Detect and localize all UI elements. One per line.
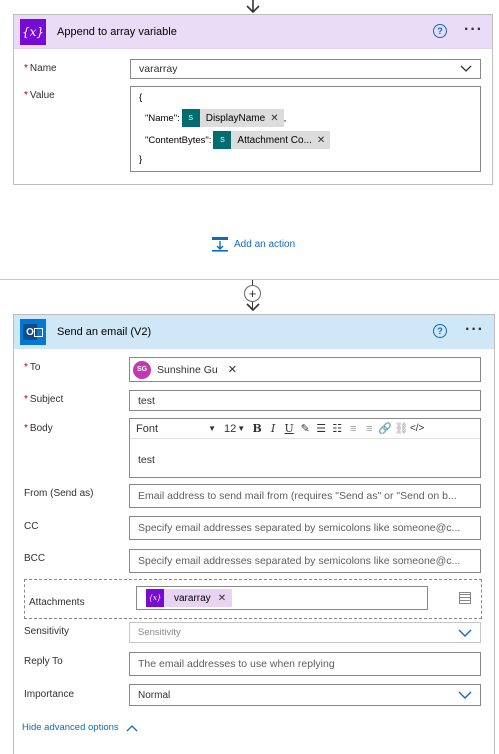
decrease-indent-icon[interactable]: ≡ [345, 421, 361, 437]
font-dropdown[interactable]: Font ▼ [136, 423, 216, 435]
from-label: From (Send as) [24, 488, 94, 499]
json-bytes-key: "ContentBytes": [145, 134, 212, 146]
email-card-title: Send an email (V2) [57, 326, 152, 338]
more-options-icon[interactable]: ··· [465, 321, 484, 339]
attachments-input[interactable]: {x} vararray ✕ [136, 586, 428, 610]
code-view-icon[interactable]: </> [409, 421, 425, 437]
email-card-header[interactable]: O Send an email (V2) ? ··· [14, 315, 494, 349]
recipient-name: Sunshine Gu [157, 363, 218, 376]
unlink-icon[interactable]: ⛓ [393, 421, 409, 437]
font-size-dropdown[interactable]: 12 ▼ [224, 423, 245, 435]
variable-icon: {x} [20, 19, 46, 45]
body-content: test [138, 454, 155, 466]
bcc-label: BCC [24, 553, 46, 564]
connector-arrow [246, 303, 260, 312]
bcc-input[interactable]: Specify email addresses separated by sem… [129, 549, 481, 573]
importance-label: Importance [24, 689, 75, 700]
hide-advanced-options-link[interactable]: Hide advanced options [22, 722, 138, 733]
name-label: * Name [24, 63, 57, 74]
value-editor[interactable]: { "Name": S DisplayName ✕ , "ContentByte… [130, 86, 481, 172]
help-icon[interactable]: ? [433, 24, 447, 38]
reply-to-label: Reply To [24, 656, 63, 667]
increase-indent-icon[interactable]: ≡ [361, 421, 377, 437]
rich-text-toolbar: Font ▼ 12 ▼ B I U ✎ ☰ ☷ ≡ ≡ 🔗 ⛓ </> [130, 419, 480, 439]
chevron-down-icon [460, 65, 472, 72]
remove-token-icon[interactable]: ✕ [270, 113, 278, 124]
vararray-token[interactable]: {x} vararray ✕ [146, 589, 233, 607]
send-email-card: O Send an email (V2) ? ··· * To SG Sunshi… [13, 314, 495, 754]
highlight-pen-icon[interactable]: ✎ [297, 421, 313, 437]
append-card-header[interactable]: {x} Append to array variable ? ··· [14, 15, 492, 49]
bullet-list-icon[interactable]: ☰ [313, 421, 329, 437]
add-action-icon [212, 237, 228, 252]
importance-dropdown[interactable]: Normal [129, 684, 481, 706]
variable-icon: {x} [146, 589, 164, 607]
chevron-down-icon [458, 691, 472, 699]
sharepoint-icon: S [181, 109, 200, 127]
attachments-group: Attachments {x} vararray ✕ [24, 579, 482, 619]
add-action-link[interactable]: Add an action [211, 235, 295, 253]
array-toggle-icon[interactable] [459, 592, 471, 604]
more-options-icon[interactable]: ··· [464, 21, 483, 39]
attachment-content-token[interactable]: S Attachment Co... ✕ [213, 131, 331, 149]
value-label: * Value [24, 90, 55, 101]
to-label: * To [24, 362, 41, 373]
to-field[interactable]: SG Sunshine Gu ✕ [129, 357, 481, 382]
remove-token-icon[interactable]: ✕ [218, 593, 226, 604]
connector-arrow-top [246, 0, 260, 14]
help-icon[interactable]: ? [433, 324, 447, 338]
sensitivity-dropdown[interactable]: Sensitivity [129, 622, 481, 643]
sharepoint-icon: S [213, 131, 232, 149]
append-array-card: {x} Append to array variable ? ··· * Name… [13, 14, 493, 185]
avatar: SG [133, 360, 151, 379]
body-editor[interactable]: Font ▼ 12 ▼ B I U ✎ ☰ ☷ ≡ ≡ 🔗 ⛓ </> test [129, 418, 481, 478]
numbered-list-icon[interactable]: ☷ [329, 421, 345, 437]
link-icon[interactable]: 🔗 [377, 421, 393, 437]
remove-recipient-icon[interactable]: ✕ [228, 363, 237, 376]
reply-to-input[interactable]: The email addresses to use when replying [129, 652, 481, 676]
name-dropdown[interactable]: vararray [130, 59, 481, 79]
underline-icon[interactable]: U [281, 421, 297, 437]
italic-icon[interactable]: I [265, 421, 281, 437]
subject-label: * Subject [24, 394, 64, 405]
json-name-key: "Name": [145, 112, 180, 124]
bold-icon[interactable]: B [249, 421, 265, 437]
displayname-token[interactable]: S DisplayName ✕ [181, 109, 284, 127]
outlook-icon: O [20, 319, 46, 345]
append-card-title: Append to array variable [57, 26, 177, 38]
attachments-label: Attachments [29, 597, 85, 608]
subject-input[interactable]: test [129, 390, 481, 411]
cc-input[interactable]: Specify email addresses separated by sem… [129, 516, 481, 540]
chevron-down-icon [458, 629, 472, 637]
section-divider [0, 279, 499, 280]
json-open-brace: { [139, 92, 143, 103]
body-label: * Body [24, 423, 53, 434]
chevron-up-icon [126, 724, 138, 731]
add-action-label: Add an action [234, 238, 296, 250]
json-comma: , [283, 112, 287, 124]
json-close-brace: } [139, 154, 143, 165]
cc-label: CC [24, 521, 39, 532]
from-input[interactable]: Email address to send mail from (require… [129, 484, 481, 508]
sensitivity-label: Sensitivity [24, 626, 70, 637]
remove-token-icon[interactable]: ✕ [317, 135, 325, 146]
